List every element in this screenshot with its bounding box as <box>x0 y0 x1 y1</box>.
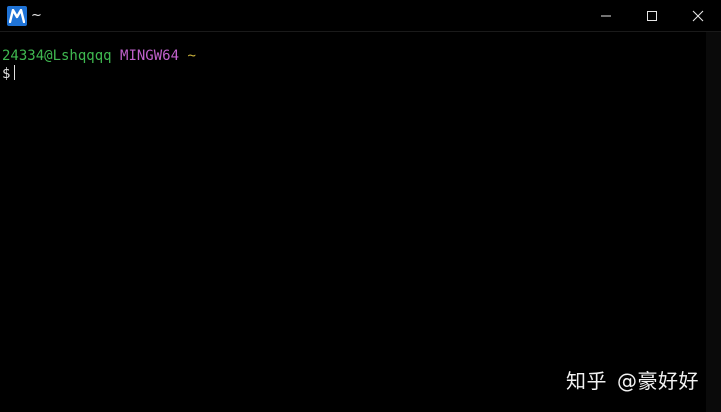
vertical-scrollbar[interactable] <box>706 32 721 412</box>
minimize-button[interactable] <box>583 0 629 31</box>
window-title: ~ <box>31 8 42 23</box>
prompt-system: MINGW64 <box>120 48 180 64</box>
terminal-output[interactable]: 24334@Lshqqqq MINGW64 ~ $ <box>0 32 708 412</box>
watermark: 知乎 @豪好好 <box>566 365 699 394</box>
minimize-icon <box>601 15 611 16</box>
terminal-window: ~ 24334@Lshqqqq MINGW64 ~ $ 知乎 @豪好好 <box>0 0 721 412</box>
watermark-site: 知乎 <box>566 369 607 393</box>
prompt-user-host: 24334@Lshqqqq <box>2 48 112 64</box>
prompt-cwd: ~ <box>187 48 196 64</box>
close-button[interactable] <box>675 0 721 31</box>
mintty-m-icon[interactable] <box>7 6 27 26</box>
prompt-line: 24334@Lshqqqq MINGW64 ~ <box>2 48 708 65</box>
watermark-author: @豪好好 <box>617 369 699 393</box>
title-bar[interactable]: ~ <box>0 0 721 32</box>
prompt-symbol: $ <box>2 66 11 82</box>
maximize-button[interactable] <box>629 0 675 31</box>
maximize-icon <box>647 10 657 21</box>
close-icon <box>692 10 704 21</box>
text-cursor <box>14 65 16 80</box>
input-line[interactable]: $ <box>2 65 708 82</box>
